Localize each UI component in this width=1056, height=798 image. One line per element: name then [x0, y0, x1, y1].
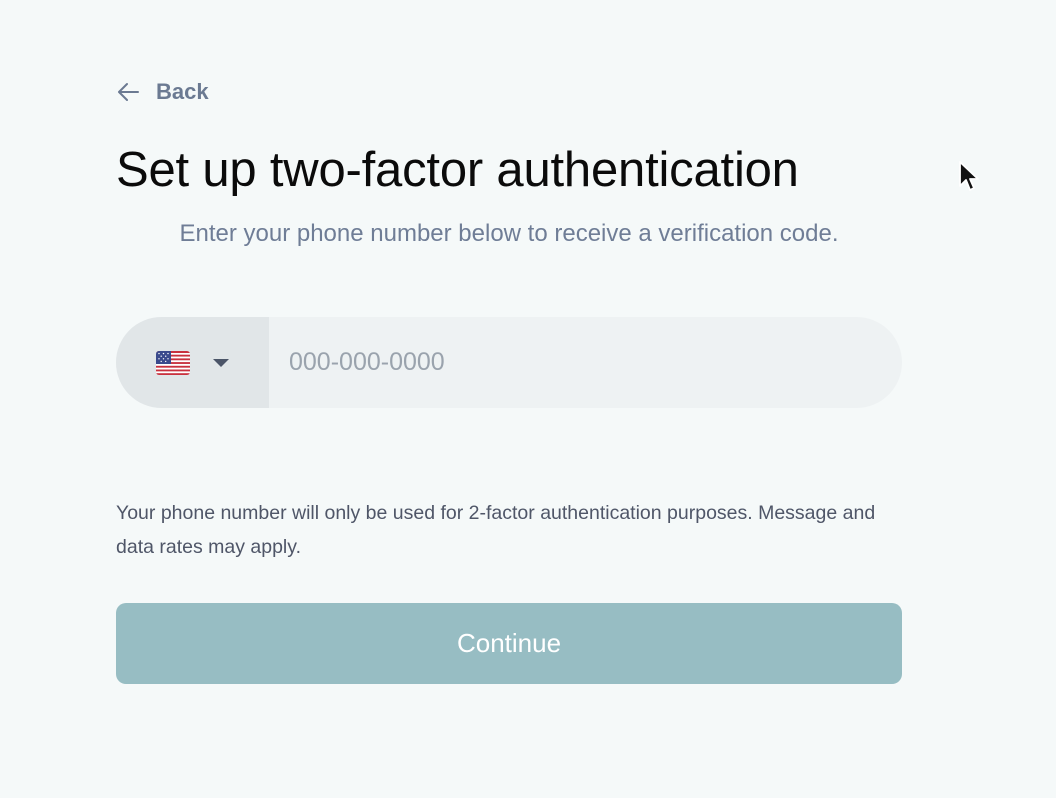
- caret-down-icon: [212, 358, 230, 368]
- mouse-pointer-icon: [958, 160, 980, 192]
- continue-button[interactable]: Continue: [116, 603, 902, 684]
- privacy-disclaimer: Your phone number will only be used for …: [116, 502, 876, 558]
- page-title: Set up two-factor authentication: [116, 143, 799, 197]
- country-code-select[interactable]: [116, 317, 269, 408]
- arrow-left-icon: [116, 82, 140, 102]
- back-link[interactable]: Back: [116, 78, 209, 106]
- page-subtitle: Enter your phone number below to receive…: [179, 220, 839, 247]
- phone-number-input[interactable]: [269, 317, 902, 408]
- back-label: Back: [156, 79, 209, 104]
- us-flag-icon: [155, 350, 190, 375]
- phone-number-field: [116, 317, 902, 408]
